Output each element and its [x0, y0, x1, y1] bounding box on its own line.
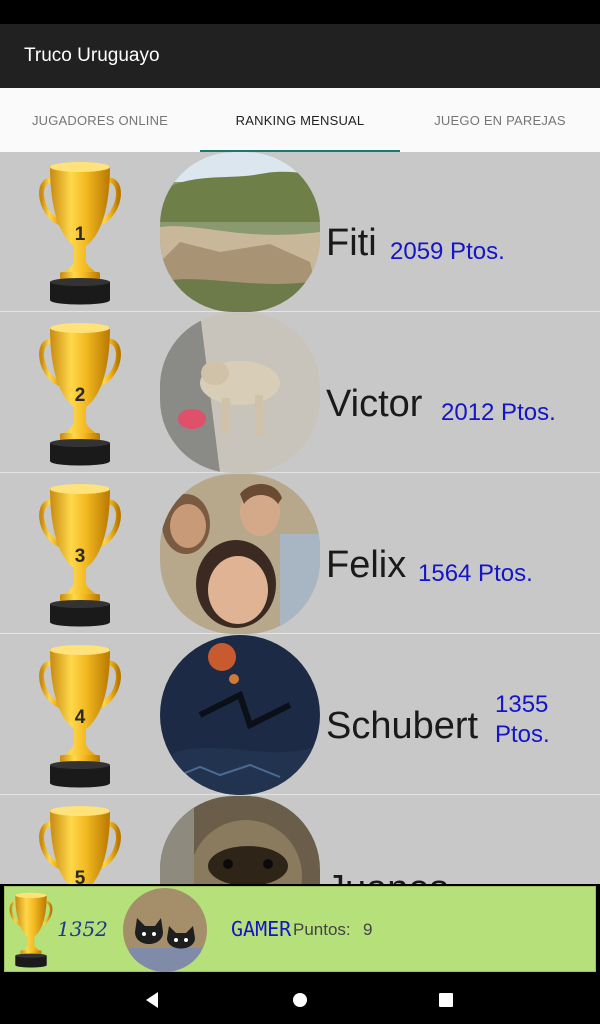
- ranking-row[interactable]: 2 Victor 2012 Ptos.: [0, 313, 600, 473]
- my-name: GAMER: [231, 917, 292, 941]
- player-points-value: 1355: [495, 691, 549, 718]
- player-name: Felix: [326, 544, 407, 586]
- player-points: 2012 Ptos.: [441, 399, 556, 426]
- sloth-photo: [160, 796, 320, 884]
- landscape-photo: [160, 152, 320, 312]
- avatar[interactable]: [160, 635, 320, 795]
- player-name: Fiti: [326, 222, 377, 264]
- home-icon[interactable]: [288, 988, 312, 1012]
- status-bar: [0, 0, 600, 24]
- avatar[interactable]: [123, 888, 207, 972]
- my-points: 1352: [57, 917, 108, 941]
- avatar[interactable]: [160, 474, 320, 634]
- rank-number: 5: [74, 868, 86, 884]
- player-name: Victor: [326, 383, 423, 425]
- my-score: 9: [363, 920, 373, 939]
- navigation-bar: [0, 976, 600, 1024]
- back-icon[interactable]: [140, 988, 164, 1012]
- avatar[interactable]: [160, 796, 320, 884]
- night-moon-photo: [160, 635, 320, 795]
- recents-icon[interactable]: [434, 988, 458, 1012]
- rank-number: 1: [74, 224, 86, 245]
- rank-number: 3: [74, 546, 86, 567]
- tab-bar: JUGADORES ONLINE RANKING MENSUAL JUEGO E…: [0, 88, 600, 152]
- dog-photo: [160, 313, 320, 473]
- rank-number: 4: [74, 707, 86, 728]
- rank-number: 2: [74, 385, 86, 406]
- ranking-list[interactable]: 1 Fiti 2059 Ptos. 2 Victor 2012 Ptos. 3 …: [0, 152, 600, 884]
- ranking-row[interactable]: 3 Felix 1564 Ptos.: [0, 474, 600, 634]
- tab-ranking-mensual[interactable]: RANKING MENSUAL: [200, 88, 400, 152]
- family-selfie-photo: [160, 474, 320, 634]
- tab-label: JUGADORES ONLINE: [31, 112, 169, 128]
- player-points: 1564 Ptos.: [418, 560, 533, 587]
- tab-label: RANKING MENSUAL: [235, 112, 365, 128]
- my-ranking-bar[interactable]: 1352 GAMER Puntos: 9: [4, 886, 596, 972]
- ranking-row[interactable]: 4 Schubert 1355 Ptos.: [0, 635, 600, 795]
- ranking-row[interactable]: 1 Fiti 2059 Ptos.: [0, 152, 600, 312]
- my-score-label: Puntos:: [293, 920, 351, 939]
- trophy-icon: [9, 889, 53, 971]
- player-points: 2059 Ptos.: [390, 238, 505, 265]
- player-name: Schubert: [326, 705, 479, 747]
- player-points-unit: Ptos.: [495, 721, 550, 748]
- avatar[interactable]: [160, 313, 320, 473]
- cats-cartoon: [123, 888, 207, 972]
- player-name: Juanes: [326, 868, 449, 884]
- ranking-row[interactable]: 5 Juanes: [0, 796, 600, 884]
- tab-juego-en-parejas[interactable]: JUEGO EN PAREJAS: [400, 88, 600, 152]
- avatar[interactable]: [160, 152, 320, 312]
- tab-jugadores-online[interactable]: JUGADORES ONLINE: [0, 88, 200, 152]
- app-bar: Truco Uruguayo: [0, 24, 600, 88]
- app-title: Truco Uruguayo: [24, 45, 160, 66]
- tab-label: JUEGO EN PAREJAS: [434, 112, 566, 128]
